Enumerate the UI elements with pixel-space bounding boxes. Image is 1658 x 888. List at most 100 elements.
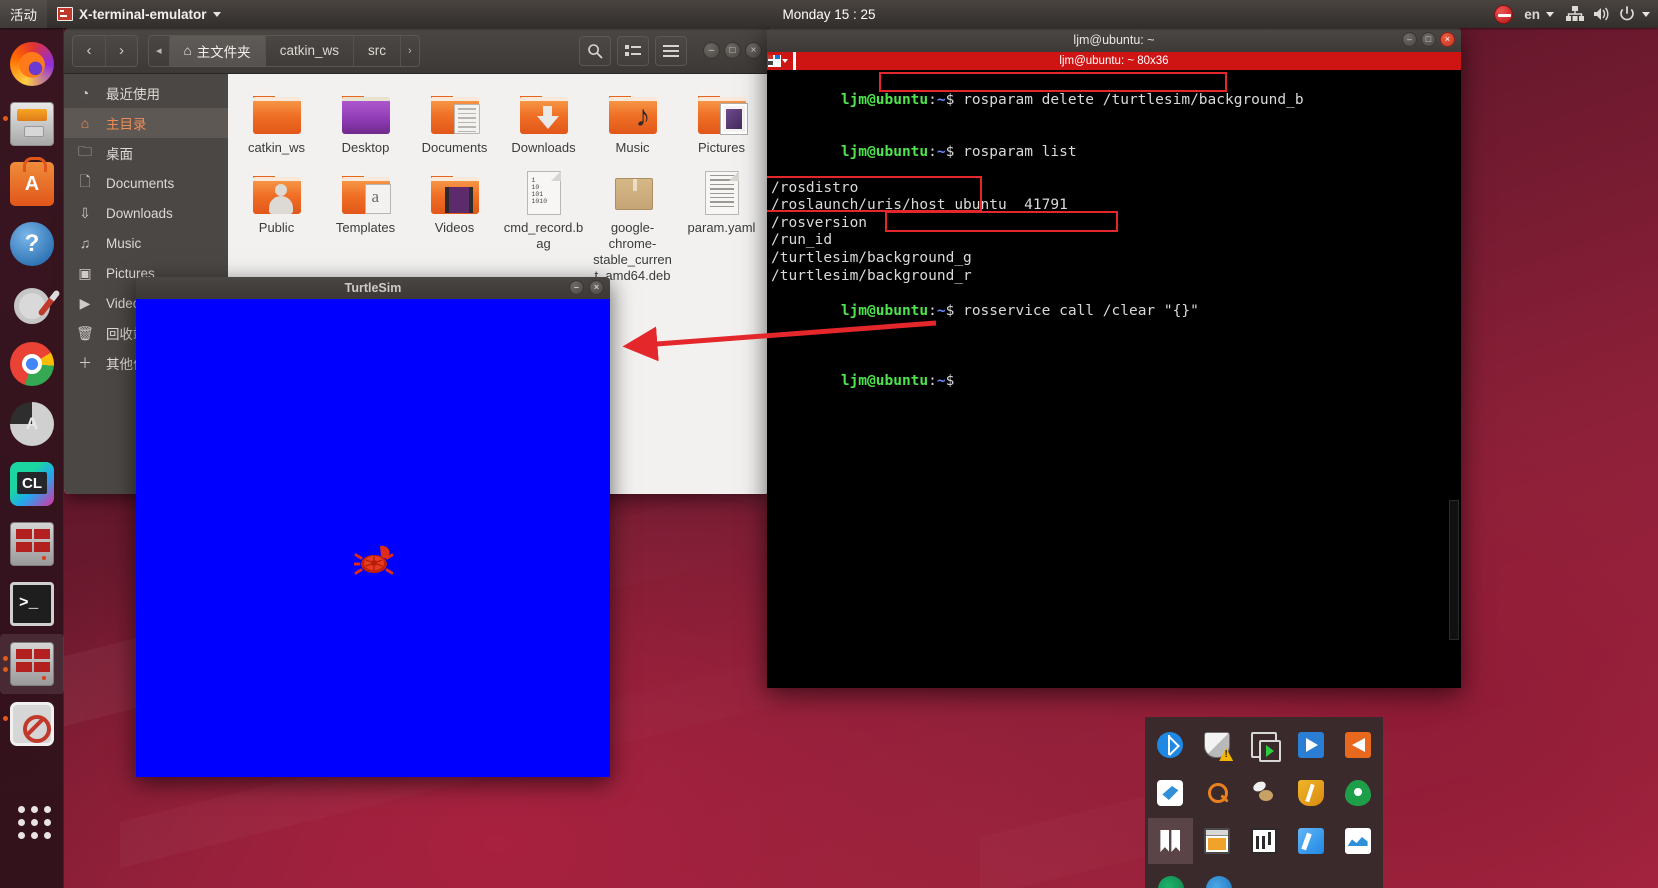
breadcrumb-item-src[interactable]: src [352,35,400,66]
terminal-line: ljm@ubuntu:~$ rosparam delete /turtlesim… [840,91,1304,108]
launcher-item-gnome-terminal[interactable] [0,574,64,634]
app-tray-cell[interactable] [1148,770,1193,816]
launcher-item-xterm-active[interactable] [0,634,64,694]
sidebar-item-music[interactable]: ♫ Music [64,228,228,258]
app-tray-cell[interactable] [1335,770,1380,816]
folder-public-icon [251,170,303,216]
sidebar-item-recent[interactable]: ◔ 最近使用 [64,78,228,108]
activities-button[interactable]: 活动 [0,0,47,28]
launcher-item-xterm[interactable] [0,514,64,574]
file-item-param-yaml[interactable]: param.yaml [679,164,764,290]
system-menu-caret-icon[interactable] [1642,11,1650,17]
terminal-window: ljm@ubuntu: ~ – □ × ljm@ubuntu: ~ 80x36 … [767,28,1461,688]
file-item-google-chrome-deb[interactable]: google-chrome-stable_current_amd64.deb [590,164,675,290]
breadcrumb-item-catkin-ws[interactable]: catkin_ws [264,35,353,66]
keyboard-layout-indicator[interactable]: en [1518,0,1560,28]
file-item-downloads[interactable]: Downloads [501,84,586,162]
app-tray-cell[interactable] [1335,818,1380,864]
launcher-item-clion[interactable] [0,454,64,514]
file-item-templates[interactable]: Templates [323,164,408,290]
launcher-item-files[interactable] [0,94,64,154]
terminal-title-bar[interactable]: ljm@ubuntu: ~ – □ × [767,28,1461,52]
app-tray-cell[interactable] [1148,722,1193,768]
turtlesim-window-controls: – × [569,280,604,295]
minimize-button[interactable]: – [703,42,720,59]
maximize-button[interactable]: □ [724,42,741,59]
show-applications-button[interactable] [0,790,64,850]
running-indicator [3,667,8,672]
terminal-line: ljm@ubuntu:~$ [840,373,955,390]
app-tray-cell[interactable] [1335,722,1380,768]
launcher-item-help[interactable] [0,214,64,274]
volume-icon[interactable] [1590,3,1612,25]
terminal-tab-title[interactable]: ljm@ubuntu: ~ 80x36 [767,55,1461,67]
close-button[interactable]: × [745,42,762,59]
terminal-scrollbar[interactable] [1447,70,1461,688]
scrollbar-thumb[interactable] [1449,500,1459,640]
blue-circle-app-icon [1206,876,1232,888]
breadcrumb-overflow-button[interactable]: ◂ [149,35,169,66]
minimize-button[interactable]: – [569,280,584,295]
terminal-output-area[interactable]: ljm@ubuntu:~$ rosparam delete /turtlesim… [767,70,1461,688]
clock[interactable]: Monday 15 : 25 [782,7,875,22]
menu-button[interactable] [655,35,687,66]
launcher-item-chrome[interactable] [0,334,64,394]
forward-button[interactable]: › [105,35,137,66]
launcher-item-firefox[interactable] [0,34,64,94]
app-tray-cell[interactable] [1288,770,1333,816]
home-icon: ⌂ [80,115,90,131]
sidebar-item-desktop[interactable]: 🗀 桌面 [64,138,228,168]
file-item-catkin-ws[interactable]: catkin_ws [234,84,319,162]
sidebar-item-documents[interactable]: 🗋 Documents [64,168,228,198]
app-tray-cell[interactable] [1195,722,1240,768]
app-tray-cell[interactable] [1196,866,1242,888]
sidebar-item-downloads[interactable]: ⇩ Downloads [64,198,228,228]
sidebar-item-home[interactable]: ⌂ 主目录 [64,108,228,138]
app-tray-cell[interactable] [1242,722,1287,768]
antivirus-shield-icon [1297,780,1324,806]
file-item-documents[interactable]: Documents [412,84,497,162]
deb-package-icon [607,170,659,216]
power-icon[interactable] [1616,3,1638,25]
breadcrumb-item-home[interactable]: ⌂ 主文件夹 [168,35,265,66]
do-not-disturb-icon[interactable] [1492,3,1514,25]
launcher-item-software-updater[interactable] [0,394,64,454]
terminal-command: rosparam list [963,144,1077,161]
back-button[interactable]: ‹ [73,35,105,66]
launcher-item-turtlesim[interactable] [0,694,64,754]
binary-file-icon: 1 10 101 1010 [518,170,570,216]
bluetooth-icon [1157,732,1184,758]
app-menu-button[interactable]: X-terminal-emulator [47,0,231,28]
breadcrumb-next-button[interactable]: › [399,35,419,66]
file-item-cmd-record-bag[interactable]: 1 10 101 1010 cmd_record.bag [501,164,586,290]
launcher-item-ubuntu-software[interactable] [0,154,64,214]
file-item-desktop[interactable]: Desktop [323,84,408,162]
file-item-pictures[interactable]: Pictures [679,84,764,162]
file-item-videos[interactable]: Videos [412,164,497,290]
turtlesim-title-bar[interactable]: TurtleSim – × [136,277,610,299]
app-tray-cell[interactable] [1195,818,1240,864]
minimize-button[interactable]: – [1402,32,1417,47]
running-indicator [3,716,8,721]
app-tray-cell[interactable] [1242,770,1287,816]
close-button[interactable]: × [589,280,604,295]
maximize-button[interactable]: □ [1421,32,1436,47]
app-tray-cell[interactable] [1195,770,1240,816]
search-button[interactable] [579,35,611,66]
app-tray-row [1147,817,1381,865]
network-icon[interactable] [1564,3,1586,25]
prompt-path: ~ [936,373,946,390]
view-toggle-button[interactable] [617,35,649,66]
app-tray-cell[interactable] [1288,818,1333,864]
eye-icon [1344,780,1371,806]
file-item-music[interactable]: Music [590,84,675,162]
turtlesim-canvas[interactable] [136,299,610,777]
terminal-title: ljm@ubuntu: ~ [1073,33,1155,47]
close-button[interactable]: × [1440,32,1455,47]
file-item-public[interactable]: Public [234,164,319,290]
app-tray-cell[interactable] [1288,722,1333,768]
launcher-item-tweaks[interactable] [0,274,64,334]
app-tray-cell[interactable] [1148,866,1194,888]
app-tray-cell-selected[interactable] [1148,818,1193,864]
app-tray-cell[interactable] [1242,818,1287,864]
